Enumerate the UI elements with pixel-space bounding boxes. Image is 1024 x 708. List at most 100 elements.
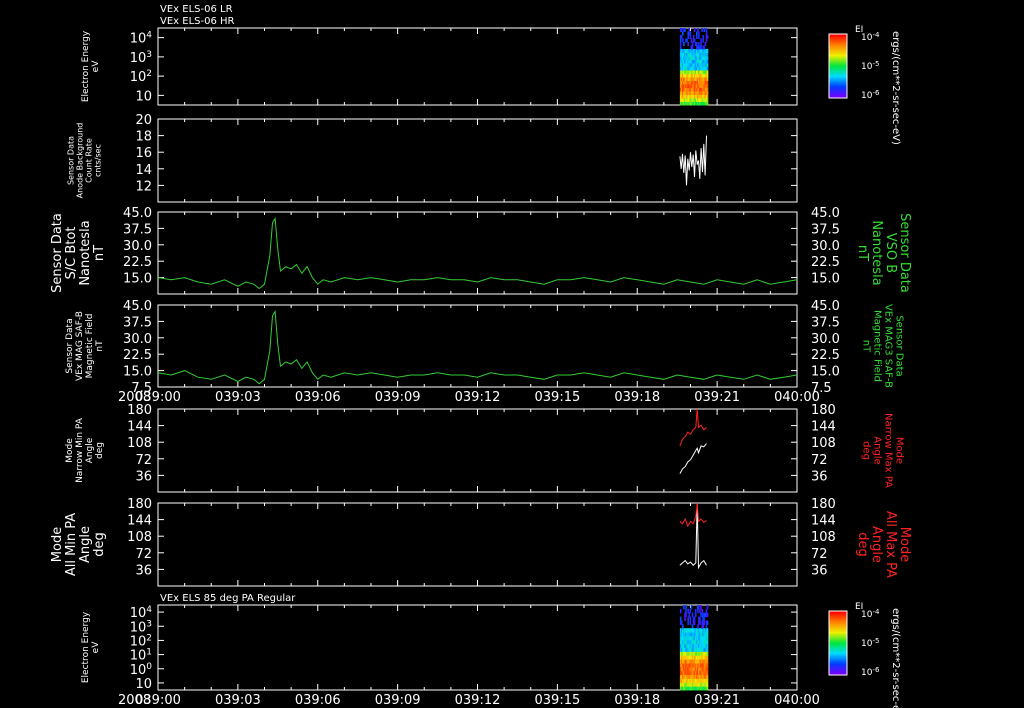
p7-cell — [689, 608, 692, 614]
p6-ytick-label: 72 — [135, 547, 152, 562]
x-axis-mid-xlabel: 039:21 — [694, 390, 740, 405]
p1-colorbar-tick: 10-5 — [861, 60, 879, 72]
p6-ylabel-line: All Min PA — [64, 513, 79, 576]
p7-cell — [706, 670, 709, 676]
p4-right-label-line: VEx MAG3 SAF-B — [883, 304, 894, 388]
p7-cell — [706, 635, 709, 641]
p1-cell — [696, 31, 698, 36]
p1-cell — [680, 35, 683, 39]
p1-cell — [702, 38, 704, 43]
p2-ytick-label: 12 — [135, 179, 152, 194]
x-axis-bottom-xlabel: 039:06 — [295, 693, 341, 708]
p7-cell — [706, 663, 709, 668]
p7-cell — [706, 632, 709, 637]
x-axis-bottom-xlabel: 039:18 — [614, 693, 660, 708]
p1-cell — [706, 73, 709, 78]
p1-cell — [698, 35, 700, 39]
p3-ytick-label: 22.5 — [123, 255, 152, 270]
p7-cell — [706, 620, 709, 625]
p5-ytick-label: 72 — [135, 453, 152, 468]
p6-series-1 — [679, 502, 707, 528]
p7-cell — [685, 605, 687, 610]
p7-cell — [693, 620, 696, 625]
p1-colorbar-title-line: ergs/(cm**2-sr-sec-eV) — [890, 31, 901, 145]
x-axis-bottom-xlabel: 039:21 — [694, 693, 740, 708]
p1-cell — [696, 35, 698, 39]
p7-ytick-label: 10 — [135, 677, 152, 692]
p7-cell — [699, 608, 701, 614]
p3-series-0 — [157, 217, 798, 290]
x-axis-bottom-xlabel: 039:15 — [535, 693, 581, 708]
p5-ylabel: Mode Narrow Min PA Angle deg — [65, 417, 105, 483]
p1-cell — [683, 42, 685, 46]
p1-cell — [706, 63, 709, 67]
x-axis-mid-xlabel: 039:12 — [455, 390, 501, 405]
p7-ylabel-line: eV — [91, 641, 101, 654]
p7-cell — [688, 612, 691, 618]
p1-cell — [693, 28, 696, 32]
p4-ytick-label: 22.5 — [123, 348, 152, 363]
p5-ytick-label: 180 — [127, 403, 152, 418]
p1-ytick-label: 10 — [135, 89, 152, 104]
p7-cell — [687, 616, 689, 621]
p7-colorbar-title: ergs/(cm**2-sr-sec-eV) — [890, 608, 901, 708]
p7-cell — [683, 605, 685, 610]
p7-cell — [691, 612, 694, 618]
p3-ylabel-line: S/C Btot — [64, 227, 79, 280]
p7-cell — [697, 608, 699, 614]
p2-series-0 — [679, 135, 707, 186]
p1-ylabel-line: Electron Energy — [81, 30, 91, 102]
p1-cell — [680, 28, 683, 32]
p3-right-label-line: nT — [855, 245, 870, 261]
x-axis-bottom-xlabel: 039:03 — [215, 693, 261, 708]
p5-ytick-label-right: 108 — [811, 436, 836, 451]
p6-ylabel-line: Mode — [50, 527, 65, 562]
p6-right-label-line: Mode — [897, 527, 912, 562]
p3-right-label-line: VSO B — [883, 233, 898, 273]
p1-cell — [706, 56, 709, 60]
p1-cell — [706, 80, 709, 85]
p7-cell — [706, 628, 709, 633]
p1-cell — [688, 28, 691, 32]
p1-colorbar-tick: 10-6 — [861, 89, 880, 101]
p3-ytick-label: 30.0 — [123, 239, 152, 254]
p1-colorbar-title: ergs/(cm**2-sr-sec-eV) — [890, 31, 901, 145]
p6-ytick-label-right: 144 — [811, 514, 836, 529]
chart-svg: 10102103104EI10-410-510-6 ergs/(cm**2-sr-… — [50, 4, 912, 708]
p5-ytick-label: 144 — [127, 420, 152, 435]
p2-ylabel-line: Sensor Data — [67, 136, 76, 185]
p7-cell — [706, 647, 709, 652]
p1-cell — [692, 35, 695, 39]
p1-ytick-label: 104 — [130, 31, 153, 47]
x-axis-bottom-xlabel: 040:00 — [774, 693, 820, 708]
p7-cell — [698, 605, 700, 610]
p6-ytick-label: 36 — [135, 563, 152, 578]
p7-cell — [694, 612, 697, 618]
p7-cell — [706, 655, 709, 660]
p2-ylabel: Sensor Data Anode Background Count Rate cnt… — [67, 123, 103, 199]
p1-cell — [682, 38, 684, 43]
x-axis-mid-xlabel: 039:06 — [295, 390, 341, 405]
p1-cell — [700, 42, 702, 46]
p7-cell — [705, 608, 708, 614]
p5-right-label-line: Mode — [894, 437, 905, 464]
x-axis-mid-xlabel: 040:00 — [774, 390, 820, 405]
p1-cell — [689, 35, 692, 39]
p7-colorbar-tick: 10-5 — [861, 637, 879, 649]
p3-ytick-label: 45.0 — [123, 206, 152, 221]
p5-ylabel-line: Angle — [85, 437, 95, 463]
x-axis-mid-xlabel: 039:15 — [535, 390, 581, 405]
p6-right-label-line: Angle — [869, 526, 884, 563]
p1-cell — [706, 66, 709, 71]
p1-cell — [702, 35, 704, 39]
p5-right-label: ModeNarrow Max PAAngledeg — [861, 413, 905, 488]
p7-cell — [699, 616, 701, 621]
p7-cell — [703, 616, 706, 621]
p1-cell — [700, 45, 702, 50]
p1-ytick-label: 103 — [130, 50, 152, 66]
p7-cell — [706, 643, 709, 648]
p2-ylabel-line: cnts/sec — [94, 144, 103, 177]
p6-ylabel: Mode All Min PA Angle deg — [50, 513, 107, 576]
p3-ytick-label: 37.5 — [123, 222, 152, 237]
p7-cell — [700, 605, 702, 610]
